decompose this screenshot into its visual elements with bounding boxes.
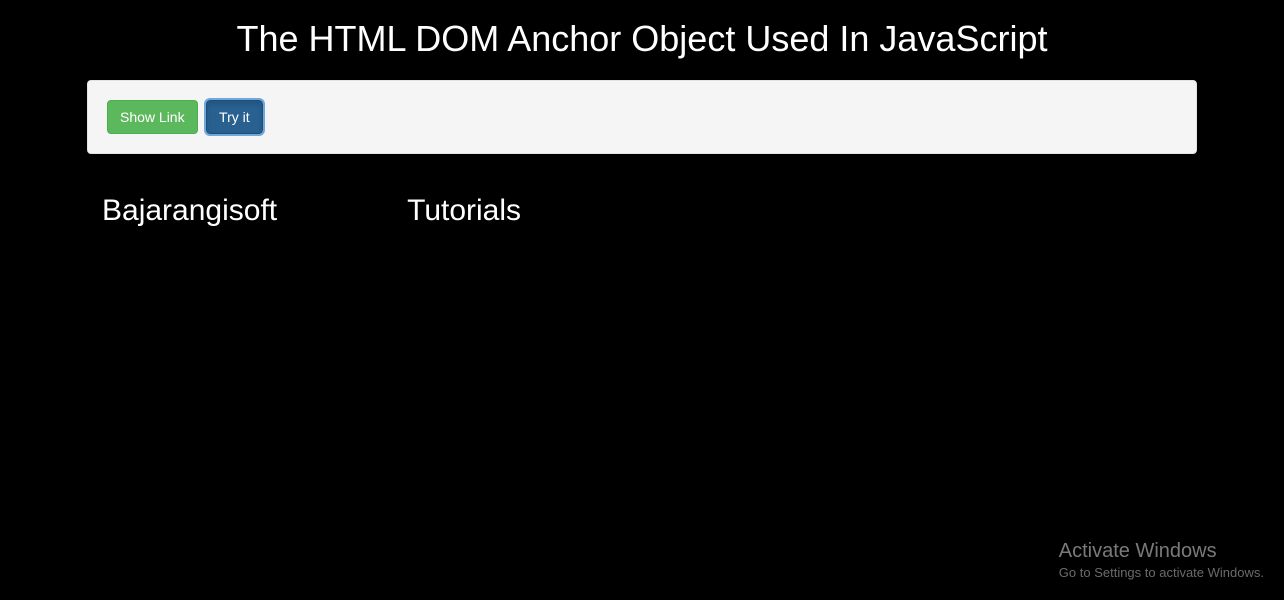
result-link-2[interactable]: Tutorials xyxy=(407,194,521,228)
main-container: The HTML DOM Anchor Object Used In JavaS… xyxy=(72,18,1212,228)
results-row: Bajarangisoft Tutorials xyxy=(87,174,1197,228)
page-title: The HTML DOM Anchor Object Used In JavaS… xyxy=(87,18,1197,60)
watermark-subtitle: Go to Settings to activate Windows. xyxy=(1059,565,1264,580)
watermark-title: Activate Windows xyxy=(1059,540,1264,563)
try-it-button[interactable]: Try it xyxy=(206,100,263,134)
windows-activation-watermark: Activate Windows Go to Settings to activ… xyxy=(1059,540,1264,580)
show-link-button[interactable]: Show Link xyxy=(107,100,198,134)
button-panel: Show Link Try it xyxy=(87,80,1197,154)
result-link-1[interactable]: Bajarangisoft xyxy=(102,194,277,228)
